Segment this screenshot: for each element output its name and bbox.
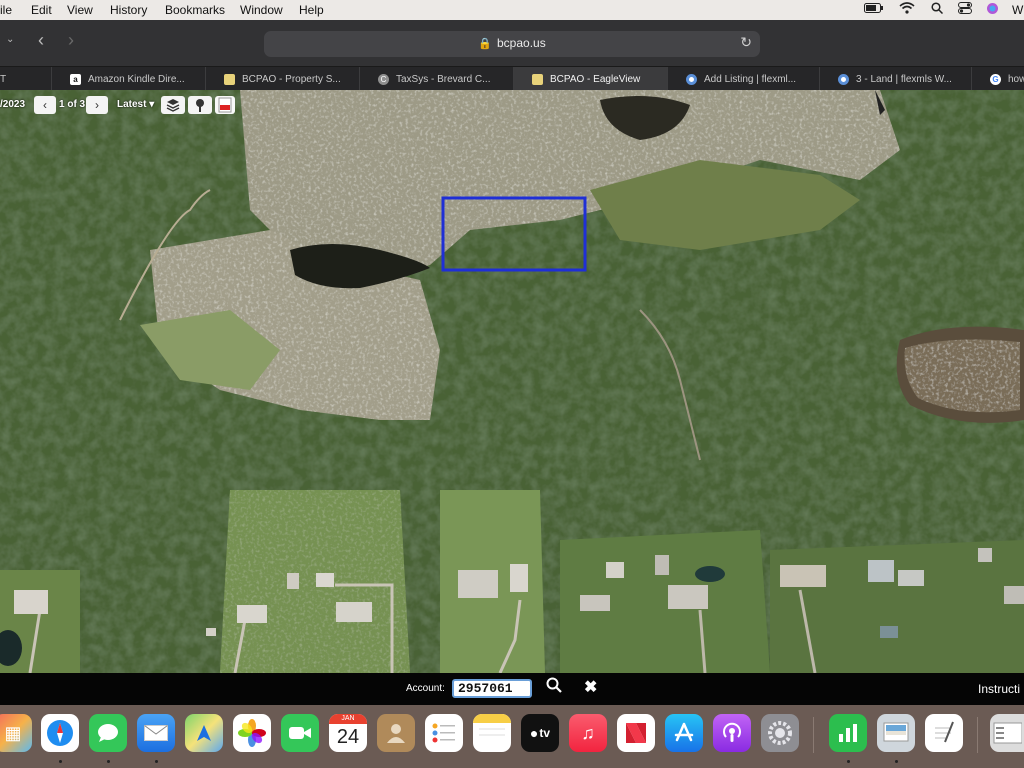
tab-bar: T a Amazon Kindle Dire... BCPAO - Proper… <box>0 66 1024 91</box>
macos-menu-bar: ile Edit View History Bookmarks Window H… <box>0 0 1024 20</box>
tab-bcpao-property-search[interactable]: BCPAO - Property S... <box>206 67 360 91</box>
account-number-input[interactable]: 2957061 <box>452 679 532 698</box>
running-indicator <box>107 760 110 763</box>
tab-label: Amazon Kindle Dire... <box>88 73 185 85</box>
running-indicator <box>895 760 898 763</box>
tab-label: how <box>1008 73 1024 85</box>
tab-taxsys[interactable]: C TaxSys - Brevard C... <box>360 67 514 91</box>
menu-bar-user-text[interactable]: W <box>1012 3 1023 17</box>
back-button[interactable]: ‹ <box>38 30 44 51</box>
control-center-icon[interactable] <box>958 2 972 17</box>
dock-separator <box>813 717 814 753</box>
tab-label: 3 - Land | flexmls W... <box>856 73 952 85</box>
numbers-icon[interactable] <box>829 714 867 752</box>
finder-window-icon[interactable] <box>990 714 1024 752</box>
system-settings-icon[interactable] <box>761 714 799 752</box>
aerial-map-view[interactable] <box>0 90 1024 673</box>
pdf-export-icon[interactable] <box>215 96 235 114</box>
url-text: bcpao.us <box>497 36 546 50</box>
tab-label: Add Listing | flexml... <box>704 73 797 85</box>
tv-label: tv <box>539 726 551 740</box>
battery-icon[interactable] <box>864 2 884 17</box>
flexmls-icon <box>838 73 849 85</box>
menu-edit[interactable]: Edit <box>31 3 52 17</box>
tab-label: BCPAO - EagleView <box>550 73 641 85</box>
clear-icon[interactable]: ✖ <box>584 677 597 697</box>
preview-icon[interactable] <box>877 714 915 752</box>
siri-icon[interactable] <box>986 2 999 18</box>
sidebar-chevron-icon[interactable]: ⌄ <box>6 34 14 45</box>
podcasts-icon[interactable] <box>713 714 751 752</box>
contacts-icon[interactable] <box>377 714 415 752</box>
macos-dock: ▦ JAN 24 ● tv ♫ <box>0 705 1024 768</box>
menu-window[interactable]: Window <box>240 3 283 17</box>
tab-label: BCPAO - Property S... <box>242 73 341 85</box>
wifi-icon[interactable] <box>899 2 915 17</box>
tab-partial-left[interactable]: T <box>0 67 52 91</box>
imagery-date: /2023 <box>0 99 26 110</box>
google-icon: G <box>990 73 1001 85</box>
flexmls-icon <box>686 73 697 85</box>
tab-bcpao-eagleview[interactable]: BCPAO - EagleView <box>514 67 668 91</box>
music-icon[interactable]: ♫ <box>569 714 607 752</box>
image-page-indicator: 1 of 3 <box>59 99 86 110</box>
caret-down-icon: ▾ <box>149 99 155 110</box>
calendar-day: 24 <box>336 726 360 748</box>
news-icon[interactable] <box>617 714 655 752</box>
search-icon[interactable] <box>546 677 562 698</box>
mail-icon[interactable] <box>137 714 175 752</box>
instructions-link[interactable]: Instructi <box>978 682 1020 696</box>
menu-history[interactable]: History <box>110 3 147 17</box>
url-display[interactable]: 🔒 bcpao.us <box>264 36 760 50</box>
calendar-month: JAN <box>329 714 367 724</box>
forward-button[interactable]: › <box>68 30 74 51</box>
layers-icon[interactable] <box>161 96 185 114</box>
menu-view[interactable]: View <box>67 3 93 17</box>
next-image-button[interactable]: › <box>86 96 108 114</box>
imagery-select-value: Latest <box>117 99 147 110</box>
bcpao-icon <box>532 73 543 85</box>
address-bar[interactable]: 🔒 bcpao.us ↻ <box>264 31 760 57</box>
textedit-icon[interactable] <box>925 714 963 752</box>
tab-google-search[interactable]: G how <box>972 67 1024 91</box>
notes-icon[interactable] <box>473 714 511 752</box>
launchpad-icon[interactable]: ▦ <box>0 714 32 752</box>
tab-flexmls-land[interactable]: 3 - Land | flexmls W... <box>820 67 972 91</box>
tab-label: TaxSys - Brevard C... <box>396 73 491 85</box>
location-pin-icon[interactable] <box>188 96 212 114</box>
reminders-icon[interactable] <box>425 714 463 752</box>
apple-logo-icon: ● <box>529 725 539 741</box>
menu-file[interactable]: ile <box>0 3 12 17</box>
running-indicator <box>59 760 62 763</box>
tab-flexmls-add-listing[interactable]: Add Listing | flexml... <box>668 67 820 91</box>
previous-image-button[interactable]: ‹ <box>34 96 56 114</box>
menu-bookmarks[interactable]: Bookmarks <box>165 3 225 17</box>
bcpao-icon <box>224 73 235 85</box>
facetime-icon[interactable] <box>281 714 319 752</box>
amazon-icon: a <box>70 73 81 85</box>
app-store-icon[interactable] <box>665 714 703 752</box>
tab-amazon-kindle[interactable]: a Amazon Kindle Dire... <box>52 67 206 91</box>
safari-icon[interactable] <box>41 714 79 752</box>
apple-tv-icon[interactable]: ● tv <box>521 714 559 752</box>
maps-icon[interactable] <box>185 714 223 752</box>
menu-help[interactable]: Help <box>299 3 324 17</box>
messages-icon[interactable] <box>89 714 127 752</box>
account-search-bar: Account: 2957061 ✖ Instructi <box>0 673 1024 705</box>
account-label: Account: <box>406 683 445 694</box>
running-indicator <box>155 760 158 763</box>
reload-icon[interactable]: ↻ <box>740 34 752 51</box>
lock-icon: 🔒 <box>478 38 492 50</box>
photos-icon[interactable] <box>233 714 271 752</box>
dock-separator <box>977 717 978 753</box>
spotlight-search-icon[interactable] <box>931 2 944 17</box>
taxsys-icon: C <box>378 73 389 85</box>
calendar-icon[interactable]: JAN 24 <box>329 714 367 752</box>
running-indicator <box>847 760 850 763</box>
tab-label: T <box>0 73 7 85</box>
imagery-select[interactable]: Latest ▾ <box>117 99 154 110</box>
aerial-imagery[interactable] <box>0 90 1024 673</box>
